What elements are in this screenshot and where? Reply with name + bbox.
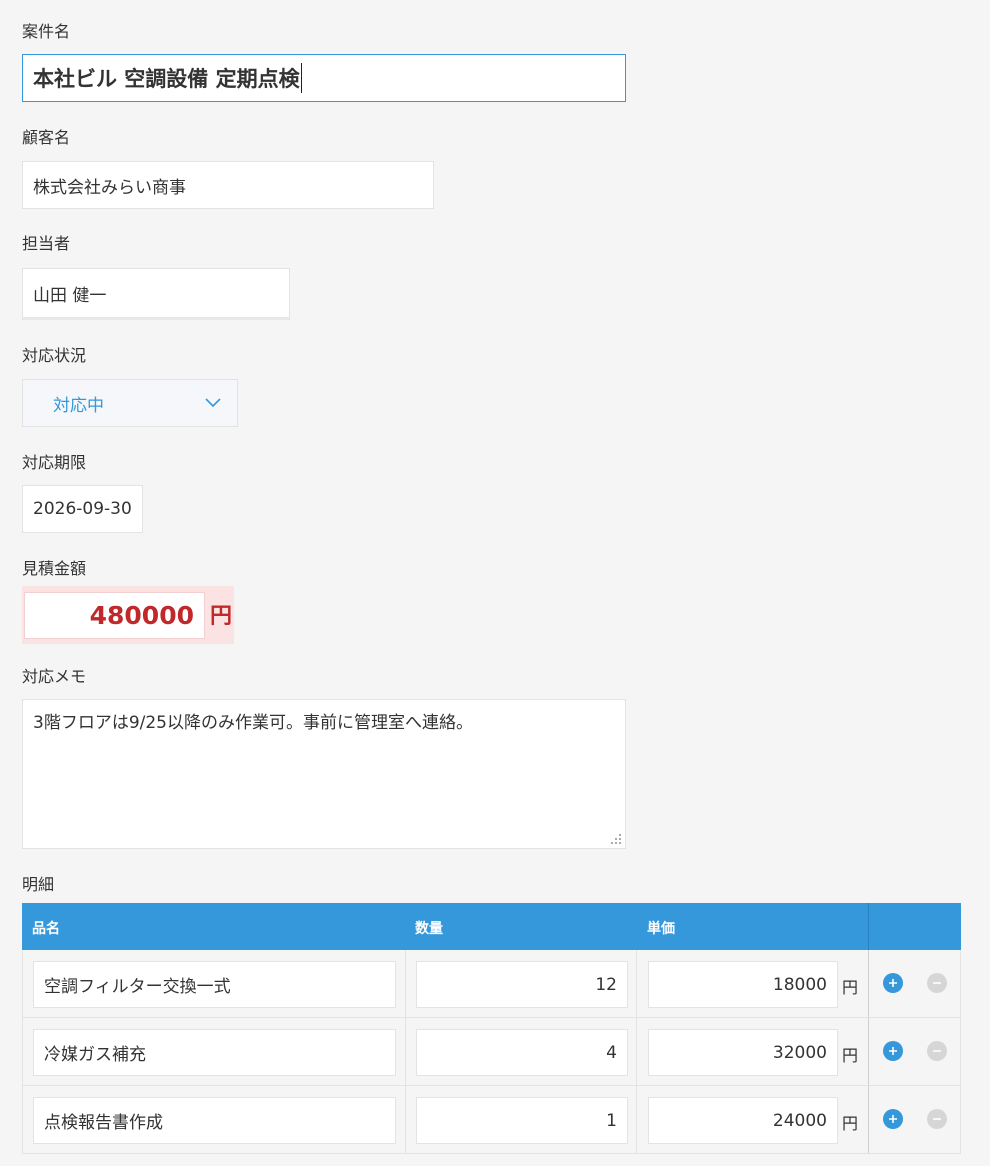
- price-unit: 円: [842, 1114, 859, 1133]
- price-unit: 円: [842, 978, 859, 997]
- qty-value: 1: [606, 1110, 617, 1131]
- table-row: 空調フィルター交換一式 12 18000 円: [22, 950, 961, 1018]
- customer-label: 顧客名: [22, 128, 71, 147]
- price-value: 32000: [772, 1042, 827, 1063]
- item-name-value: 点検報告書作成: [44, 1113, 163, 1133]
- minus-circle-icon[interactable]: [926, 1108, 948, 1130]
- amount-value: 480000: [89, 601, 194, 630]
- details-label: 明細: [22, 875, 55, 894]
- item-name-input[interactable]: 空調フィルター交換一式: [33, 961, 396, 1008]
- title-label: 案件名: [22, 22, 71, 41]
- item-name-value: 空調フィルター交換一式: [44, 977, 231, 997]
- status-value: 対応中: [53, 395, 104, 416]
- header-qty: 数量: [415, 921, 443, 937]
- memo-textarea[interactable]: 3階フロアは9/25以降のみ作業可。事前に管理室へ連絡。: [22, 699, 626, 849]
- customer-input[interactable]: 株式会社みらい商事: [22, 161, 434, 209]
- qty-value: 12: [595, 974, 617, 995]
- status-dropdown[interactable]: 対応中: [22, 379, 238, 427]
- status-label: 対応状況: [22, 346, 87, 365]
- memo-label: 対応メモ: [22, 667, 87, 686]
- deadline-label: 対応期限: [22, 453, 87, 472]
- price-input[interactable]: 32000: [648, 1029, 838, 1076]
- deadline-input[interactable]: 2026-09-30: [22, 485, 143, 533]
- qty-input[interactable]: 4: [416, 1029, 628, 1076]
- qty-input[interactable]: 12: [416, 961, 628, 1008]
- plus-circle-icon[interactable]: [882, 1108, 904, 1130]
- price-value: 24000: [772, 1110, 827, 1131]
- memo-value: 3階フロアは9/25以降のみ作業可。事前に管理室へ連絡。: [33, 713, 473, 733]
- price-value: 18000: [772, 974, 827, 995]
- details-table: 品名 数量 単価 空調フィルター交換一式 12 18000 円 冷媒ガス補充 4…: [22, 903, 961, 1154]
- title-input[interactable]: 本社ビル 空調設備 定期点検: [22, 54, 626, 102]
- price-input[interactable]: 18000: [648, 961, 838, 1008]
- item-name-input[interactable]: 冷媒ガス補充: [33, 1029, 396, 1076]
- chevron-down-icon: [205, 398, 221, 408]
- item-name-input[interactable]: 点検報告書作成: [33, 1097, 396, 1144]
- price-input[interactable]: 24000: [648, 1097, 838, 1144]
- assignee-label: 担当者: [22, 234, 71, 253]
- item-name-value: 冷媒ガス補充: [44, 1045, 146, 1065]
- customer-value: 株式会社みらい商事: [33, 177, 186, 198]
- title-value: 本社ビル 空調設備 定期点検: [33, 67, 300, 91]
- table-row: 冷媒ガス補充 4 32000 円: [22, 1018, 961, 1086]
- record-form: 案件名 本社ビル 空調設備 定期点検 顧客名 株式会社みらい商事 担当者 山田 …: [0, 0, 990, 1166]
- header-item: 品名: [32, 921, 60, 937]
- qty-input[interactable]: 1: [416, 1097, 628, 1144]
- table-row: 点検報告書作成 1 24000 円: [22, 1086, 961, 1154]
- amount-input[interactable]: 480000: [24, 592, 205, 639]
- resize-grip-icon[interactable]: [609, 832, 623, 846]
- qty-value: 4: [606, 1042, 617, 1063]
- plus-circle-icon[interactable]: [882, 1040, 904, 1062]
- assignee-field[interactable]: 山田 健一: [22, 268, 290, 320]
- amount-unit: 円: [210, 604, 233, 629]
- header-divider: [868, 903, 869, 950]
- deadline-value: 2026-09-30: [33, 499, 132, 519]
- table-header: 品名 数量 単価: [22, 903, 961, 950]
- minus-circle-icon[interactable]: [926, 972, 948, 994]
- minus-circle-icon[interactable]: [926, 1040, 948, 1062]
- plus-circle-icon[interactable]: [882, 972, 904, 994]
- amount-label: 見積金額: [22, 559, 87, 578]
- header-price: 単価: [647, 921, 675, 937]
- price-unit: 円: [842, 1046, 859, 1065]
- assignee-value: 山田 健一: [33, 285, 107, 306]
- text-cursor: [300, 63, 303, 93]
